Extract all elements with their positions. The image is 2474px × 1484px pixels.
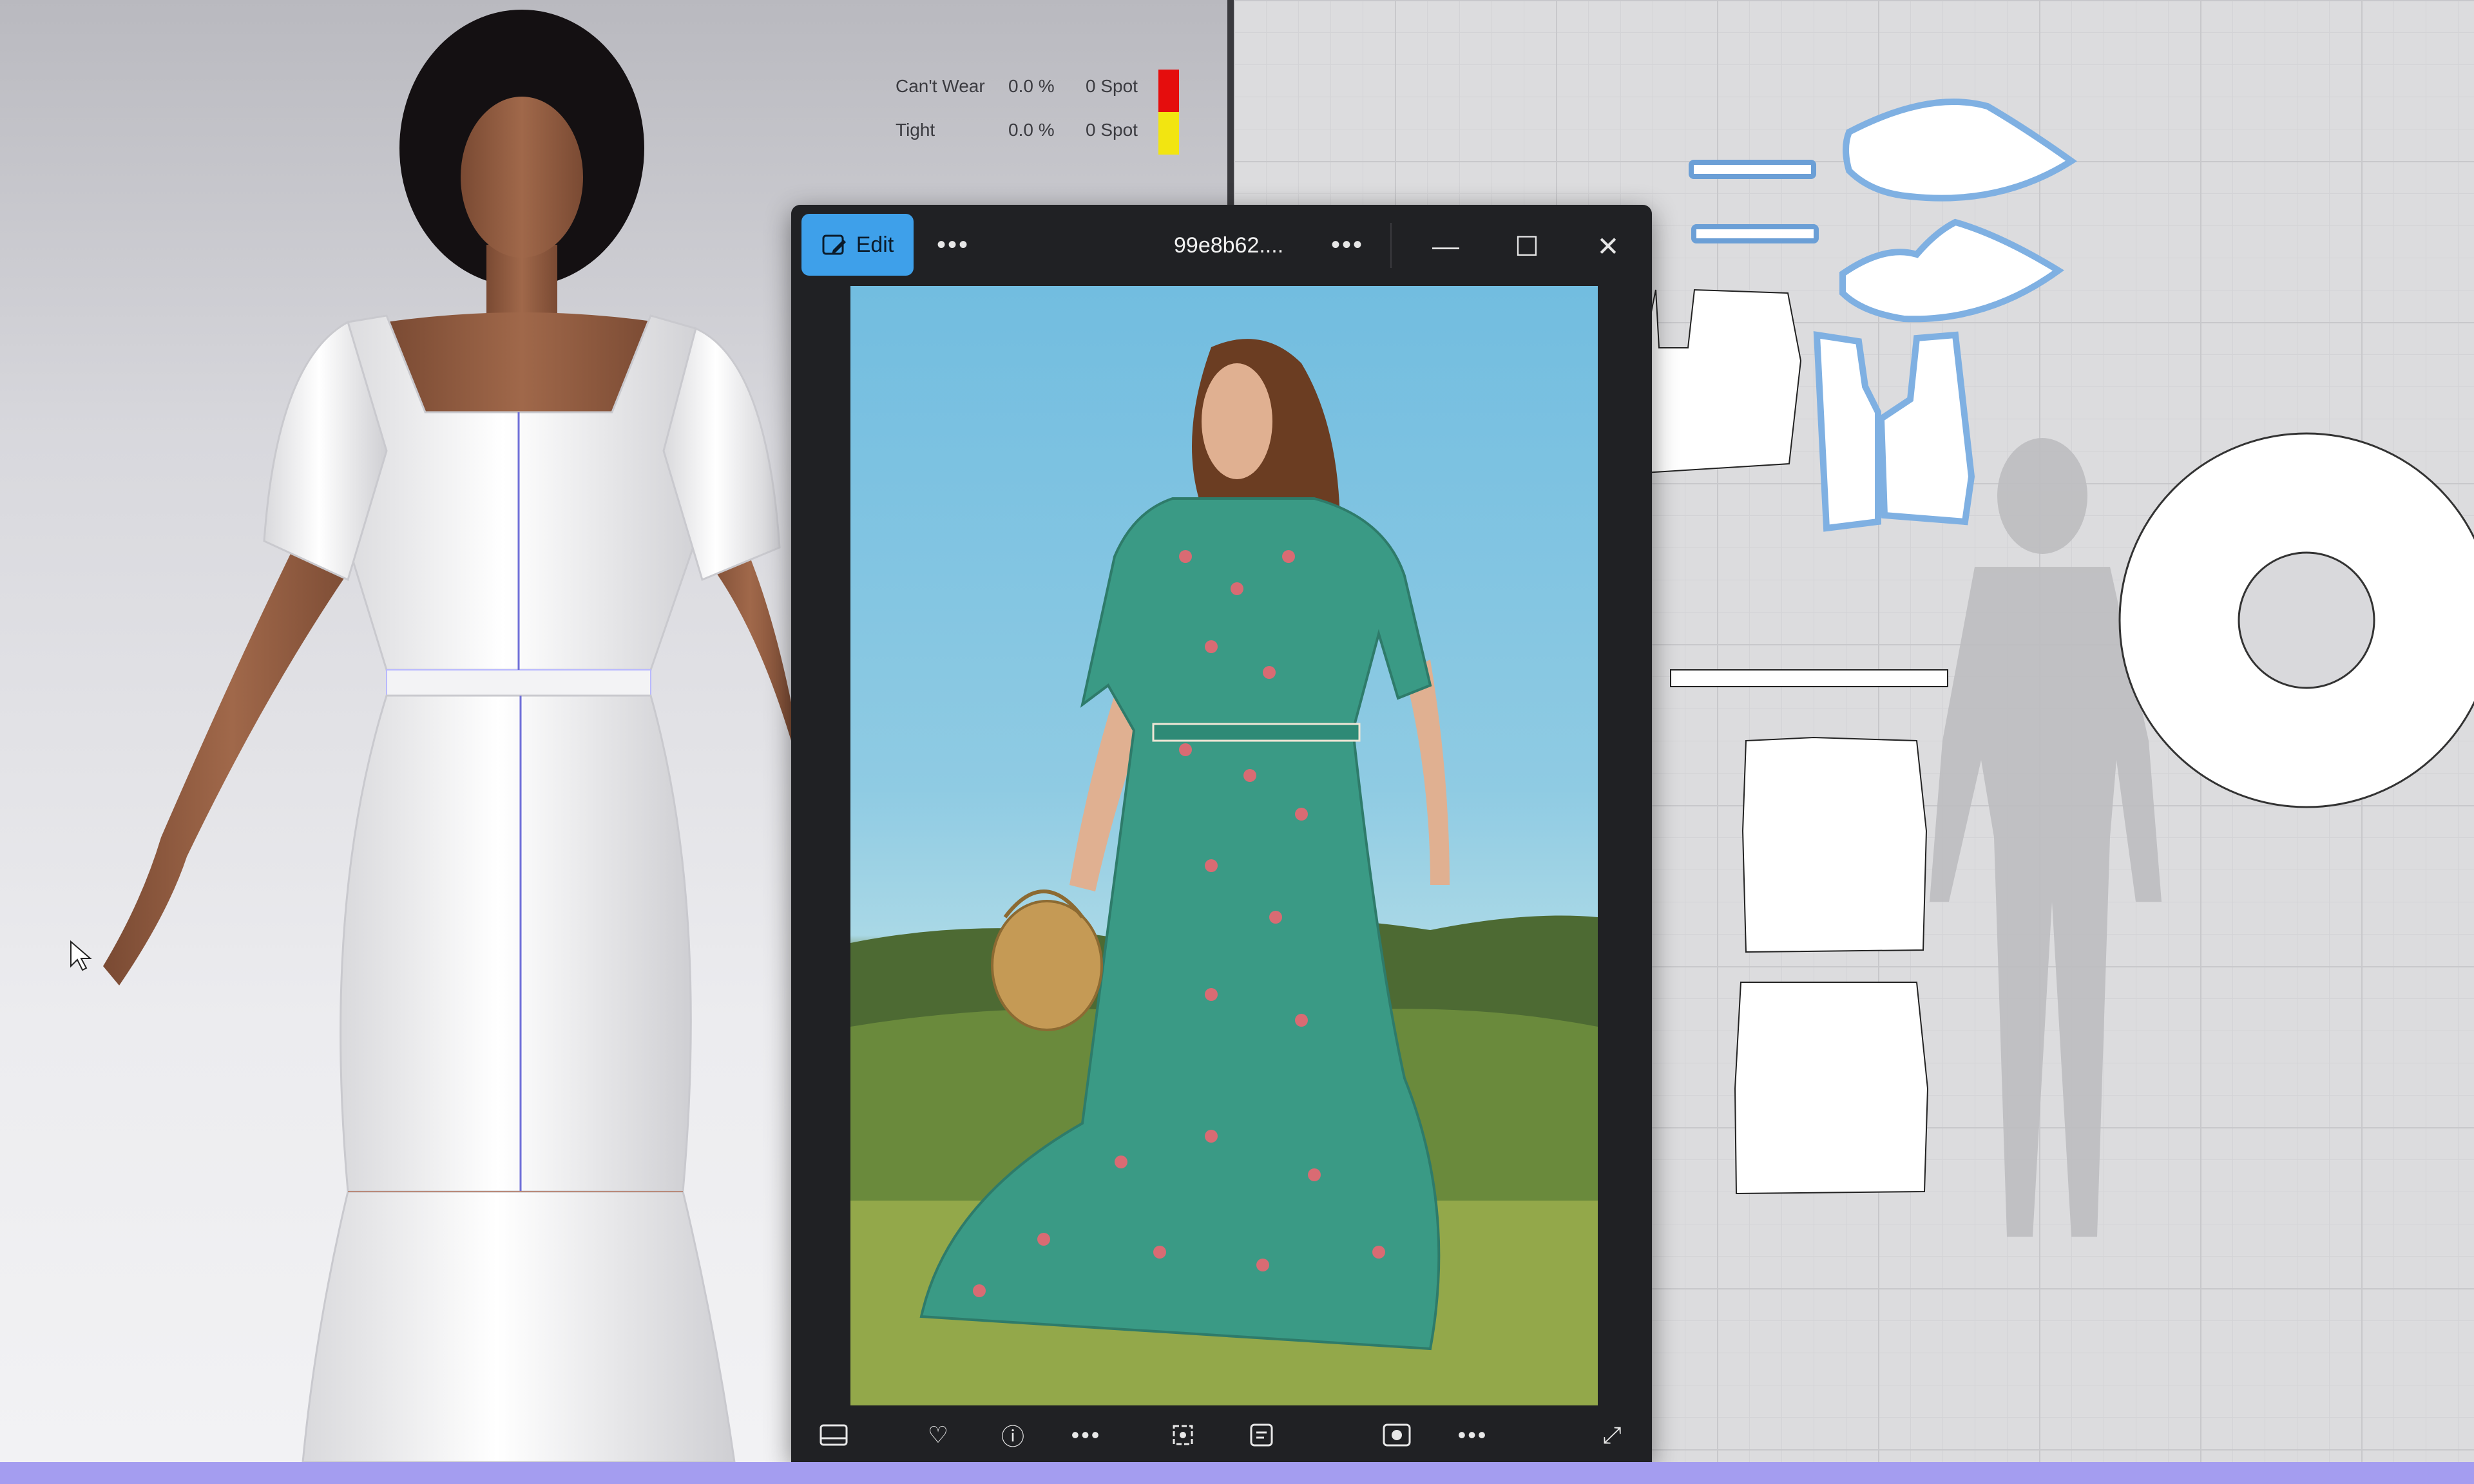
photo-viewer-toolbar: ♡ ⓘ ••• ••• ⤢ bbox=[791, 1405, 1652, 1462]
text-recognition-icon[interactable] bbox=[1243, 1417, 1280, 1453]
title-more-button[interactable]: ••• bbox=[1331, 232, 1364, 258]
edit-label: Edit bbox=[856, 232, 894, 257]
more-icon[interactable]: ••• bbox=[1455, 1417, 1491, 1453]
more-options-button[interactable]: ••• bbox=[937, 232, 970, 258]
photo-image[interactable] bbox=[850, 286, 1598, 1405]
titlebar-separator bbox=[1390, 223, 1392, 268]
more-icon[interactable]: ••• bbox=[1068, 1417, 1104, 1453]
maximize-button[interactable]: ☐ bbox=[1501, 220, 1553, 272]
viewport-divider[interactable] bbox=[1227, 0, 1234, 213]
close-button[interactable]: ✕ bbox=[1582, 220, 1634, 272]
fit-spot: 0 Spot bbox=[1086, 120, 1138, 140]
avatar-silhouette bbox=[1930, 438, 2162, 1237]
fit-percent: 0.0 % bbox=[1008, 76, 1055, 96]
heart-icon[interactable]: ♡ bbox=[920, 1417, 956, 1453]
fit-spot: 0 Spot bbox=[1086, 76, 1138, 96]
dress-photo bbox=[850, 339, 1598, 1405]
cursor-icon bbox=[70, 940, 92, 971]
fit-swatch-red bbox=[1158, 70, 1179, 112]
slideshow-icon[interactable] bbox=[1379, 1417, 1415, 1453]
crop-icon[interactable] bbox=[1165, 1417, 1201, 1453]
fullscreen-icon[interactable]: ⤢ bbox=[1594, 1417, 1630, 1453]
info-icon[interactable]: ⓘ bbox=[995, 1417, 1031, 1453]
fit-label: Tight bbox=[896, 120, 935, 140]
filmstrip-icon[interactable] bbox=[816, 1417, 852, 1453]
fit-swatch-yellow bbox=[1158, 112, 1179, 155]
photo-viewer-titlebar[interactable]: Edit ••• 99e8b62.... ••• — ☐ ✕ bbox=[791, 205, 1652, 286]
minimize-button[interactable]: — bbox=[1420, 220, 1472, 272]
taskbar-strip bbox=[0, 1462, 2474, 1484]
photo-viewer-window[interactable]: Edit ••• 99e8b62.... ••• — ☐ ✕ ♡ ⓘ ••• •… bbox=[791, 205, 1652, 1462]
fit-percent: 0.0 % bbox=[1008, 120, 1055, 140]
fit-label: Can't Wear bbox=[896, 76, 985, 96]
edit-button[interactable]: Edit bbox=[801, 214, 914, 276]
edit-image-icon bbox=[822, 234, 846, 255]
window-title: 99e8b62.... bbox=[1174, 233, 1284, 258]
